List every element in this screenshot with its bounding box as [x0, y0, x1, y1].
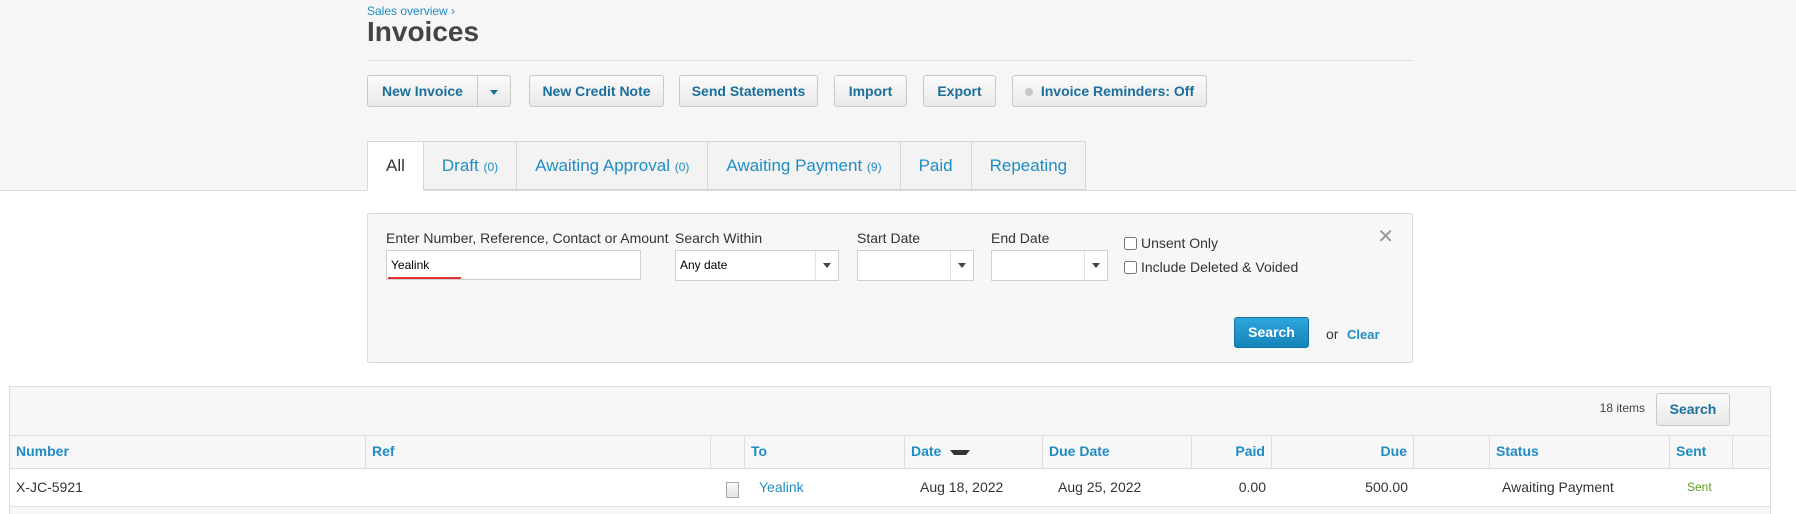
cell-due-date: Aug 25, 2022: [1058, 479, 1142, 495]
table-search-button[interactable]: Search: [1656, 393, 1730, 426]
column-ref[interactable]: Ref: [366, 436, 711, 468]
cell-paid: 0.00: [1238, 479, 1266, 495]
cell-number[interactable]: X-JC-5921: [16, 469, 83, 506]
page-title: Invoices: [367, 16, 480, 47]
table-header: Number Ref To Date Due Date Paid Due Sta…: [10, 435, 1770, 469]
start-date-label: Start Date: [857, 230, 921, 246]
cell-due: 500.00: [1365, 479, 1408, 495]
query-label: Enter Number, Reference, Contact or Amou…: [386, 230, 669, 246]
search-within-value: Any date: [680, 258, 728, 272]
tab-awaiting-payment[interactable]: Awaiting Payment (9): [708, 141, 901, 190]
status-dot-icon: [1024, 88, 1033, 97]
unsent-only-label: Unsent Only: [1141, 235, 1219, 251]
spellcheck-underline: [388, 277, 461, 279]
tab-awaiting-approval-label: Awaiting Approval: [535, 156, 670, 175]
tab-all[interactable]: All: [367, 141, 424, 191]
document-icon[interactable]: [726, 482, 739, 498]
tab-awaiting-approval[interactable]: Awaiting Approval (0): [517, 141, 709, 190]
unsent-only-option[interactable]: Unsent Only: [1124, 235, 1218, 251]
column-due-label: Due: [1380, 443, 1407, 459]
tab-awaiting-approval-count: (0): [674, 160, 690, 174]
column-number-label: Number: [16, 443, 69, 459]
search-button[interactable]: Search: [1234, 317, 1309, 348]
column-due[interactable]: Due: [1272, 436, 1414, 468]
tab-awaiting-payment-label: Awaiting Payment: [726, 156, 863, 175]
chevron-down-icon: [490, 89, 498, 95]
select-arrow: [815, 251, 838, 280]
send-statements-button[interactable]: Send Statements: [679, 75, 818, 107]
tab-paid-label: Paid: [918, 156, 953, 175]
chevron-down-icon: [823, 263, 831, 268]
tab-draft[interactable]: Draft (0): [423, 141, 518, 190]
invoice-reminders-button[interactable]: Invoice Reminders: Off: [1012, 75, 1207, 107]
column-attachment: [711, 436, 745, 468]
column-number[interactable]: Number: [10, 436, 366, 468]
tab-all-label: All: [386, 156, 405, 175]
new-credit-note-button[interactable]: New Credit Note: [529, 75, 664, 107]
close-icon[interactable]: ✕: [1377, 224, 1394, 249]
status-tabs: All Draft (0) Awaiting Approval (0) Awai…: [367, 141, 1087, 191]
column-to-label: To: [751, 443, 768, 459]
title-divider: [367, 60, 1414, 61]
table-row[interactable]: X-JC-5921 Yealink Aug 18, 2022 Aug 25, 2…: [10, 469, 1770, 507]
invoice-table: 18 items Search Number Ref To Date Due D…: [9, 386, 1771, 514]
start-date-field[interactable]: [857, 250, 974, 281]
cell-date: Aug 18, 2022: [920, 479, 1004, 495]
items-count: 18 items: [1599, 401, 1645, 415]
tab-paid[interactable]: Paid: [900, 141, 972, 190]
search-panel: Enter Number, Reference, Contact or Amou…: [367, 213, 1413, 363]
search-within-select[interactable]: Any date: [675, 250, 839, 281]
new-invoice-dropdown-button[interactable]: [477, 75, 511, 107]
include-deleted-label: Include Deleted & Voided: [1141, 259, 1299, 275]
column-sent-label: Sent: [1676, 443, 1707, 459]
column-paid[interactable]: Paid: [1192, 436, 1272, 468]
column-spacer: [1414, 436, 1490, 468]
column-sent[interactable]: Sent: [1670, 436, 1733, 468]
cell-sent: Sent: [1687, 480, 1712, 494]
column-due-date-label: Due Date: [1049, 443, 1110, 459]
column-date[interactable]: Date: [905, 436, 1043, 468]
clear-link[interactable]: Clear: [1347, 327, 1380, 342]
column-date-label: Date: [911, 443, 942, 459]
calendar-dropdown[interactable]: [1084, 251, 1107, 280]
tab-repeating[interactable]: Repeating: [971, 141, 1087, 190]
chevron-down-icon: [1092, 263, 1100, 268]
column-status-label: Status: [1496, 443, 1539, 459]
include-deleted-checkbox[interactable]: [1124, 261, 1137, 274]
column-due-date[interactable]: Due Date: [1043, 436, 1192, 468]
end-date-label: End Date: [991, 230, 1050, 246]
column-ref-label: Ref: [372, 443, 395, 459]
column-to[interactable]: To: [745, 436, 905, 468]
cell-status: Awaiting Payment: [1502, 479, 1614, 495]
column-paid-label: Paid: [1235, 443, 1265, 459]
chevron-down-icon: [958, 263, 966, 268]
cell-to-link[interactable]: Yealink: [759, 469, 804, 506]
new-invoice-button[interactable]: New Invoice: [367, 75, 478, 107]
calendar-dropdown[interactable]: [950, 251, 973, 280]
export-button[interactable]: Export: [923, 75, 996, 107]
tab-repeating-label: Repeating: [989, 156, 1068, 175]
tab-awaiting-payment-count: (9): [866, 160, 882, 174]
sort-descending-icon: [950, 449, 971, 455]
tab-draft-label: Draft: [441, 156, 479, 175]
search-within-label: Search Within: [675, 230, 763, 246]
search-input[interactable]: [386, 250, 641, 280]
include-deleted-option[interactable]: Include Deleted & Voided: [1124, 259, 1298, 275]
unsent-only-checkbox[interactable]: [1124, 237, 1137, 250]
or-text: or: [1326, 326, 1339, 342]
tab-draft-count: (0): [483, 160, 499, 174]
end-date-field[interactable]: [991, 250, 1108, 281]
invoice-reminders-label: Invoice Reminders: Off: [1040, 83, 1195, 99]
import-button[interactable]: Import: [834, 75, 907, 107]
column-status[interactable]: Status: [1490, 436, 1670, 468]
